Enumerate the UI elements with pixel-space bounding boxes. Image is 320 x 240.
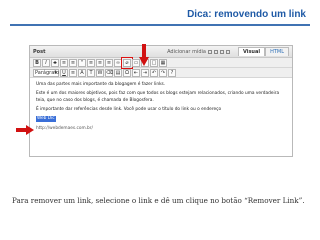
media-icon[interactable] bbox=[207, 49, 212, 54]
tab-visual[interactable]: Visual bbox=[237, 47, 266, 56]
strikethrough-button[interactable]: a bbox=[51, 58, 59, 67]
content-paragraph: Uma das partes mais importante da blogag… bbox=[36, 82, 166, 87]
outdent-button[interactable]: ⇤ bbox=[132, 68, 140, 77]
redo-button[interactable]: ↷ bbox=[159, 68, 167, 77]
kitchen-sink-button[interactable]: ▦ bbox=[159, 58, 167, 67]
align-left-button[interactable]: ≡ bbox=[87, 58, 95, 67]
align-center-button[interactable]: ≡ bbox=[96, 58, 104, 67]
content-paragraph: É importante dar referências desde link.… bbox=[36, 106, 222, 112]
undo-button[interactable]: ↶ bbox=[150, 68, 158, 77]
editor-screenshot: Post Adicionar mídia Visual HTML B I a ≡… bbox=[29, 45, 293, 157]
help-button[interactable]: ? bbox=[168, 68, 176, 77]
slide-caption: Para remover um link, selecione o link e… bbox=[12, 196, 305, 205]
red-arrow-right-icon bbox=[16, 125, 34, 135]
content-paragraph: Este é um dos maiores objetivos, pois fa… bbox=[36, 91, 280, 103]
paste-text-button[interactable]: T bbox=[87, 68, 95, 77]
italic-button[interactable]: I bbox=[42, 58, 50, 67]
format-select[interactable]: Parágrafo bbox=[33, 68, 59, 77]
clear-format-button[interactable]: ⌫ bbox=[105, 68, 113, 77]
special-char-button[interactable]: Ω bbox=[123, 68, 131, 77]
text-color-button[interactable]: A bbox=[78, 68, 86, 77]
paste-word-button[interactable]: W bbox=[96, 68, 104, 77]
image-icon[interactable] bbox=[213, 49, 218, 54]
fullscreen-button[interactable]: □ bbox=[150, 58, 158, 67]
add-media-label: Adicionar mídia bbox=[167, 48, 206, 55]
video-icon[interactable] bbox=[219, 49, 224, 54]
underline-button[interactable]: U bbox=[60, 68, 68, 77]
insert-link-button[interactable]: ∞ bbox=[114, 58, 122, 67]
editor-content[interactable]: Uma das partes mais importante da blogag… bbox=[30, 78, 292, 137]
bullet-list-button[interactable]: ≡ bbox=[60, 58, 68, 67]
selected-link[interactable]: Web Dic bbox=[36, 116, 56, 123]
indent-button[interactable]: ⇥ bbox=[141, 68, 149, 77]
red-arrow-down-icon bbox=[139, 44, 149, 66]
blockquote-button[interactable]: " bbox=[78, 58, 86, 67]
title-rule bbox=[10, 24, 310, 26]
add-media[interactable]: Adicionar mídia bbox=[167, 49, 230, 55]
link-url: http://webdemaes.com.br/ bbox=[36, 126, 93, 132]
audio-icon[interactable] bbox=[225, 49, 230, 54]
align-right-button[interactable]: ≡ bbox=[105, 58, 113, 67]
numbered-list-button[interactable]: ≡ bbox=[69, 58, 77, 67]
remove-link-button[interactable]: ⌀ bbox=[121, 56, 133, 69]
embed-media-button[interactable]: ▤ bbox=[114, 68, 122, 77]
post-label: Post bbox=[33, 48, 46, 55]
toolbar-row-1: B I a ≡ ≡ " ≡ ≡ ≡ ∞ ⌀ ▭ ✓ □ ▦ bbox=[30, 56, 292, 69]
bold-button[interactable]: B bbox=[33, 58, 41, 67]
justify-button[interactable]: ≡ bbox=[69, 68, 77, 77]
mode-tabs: Visual HTML bbox=[237, 47, 289, 56]
slide-title: Dica: removendo um link bbox=[187, 9, 306, 20]
post-header: Post Adicionar mídia Visual HTML bbox=[30, 46, 292, 58]
toolbar-row-2: Parágrafo U ≡ A T W ⌫ ▤ Ω ⇤ ⇥ ↶ ↷ ? bbox=[30, 68, 292, 78]
tab-html[interactable]: HTML bbox=[265, 47, 289, 56]
